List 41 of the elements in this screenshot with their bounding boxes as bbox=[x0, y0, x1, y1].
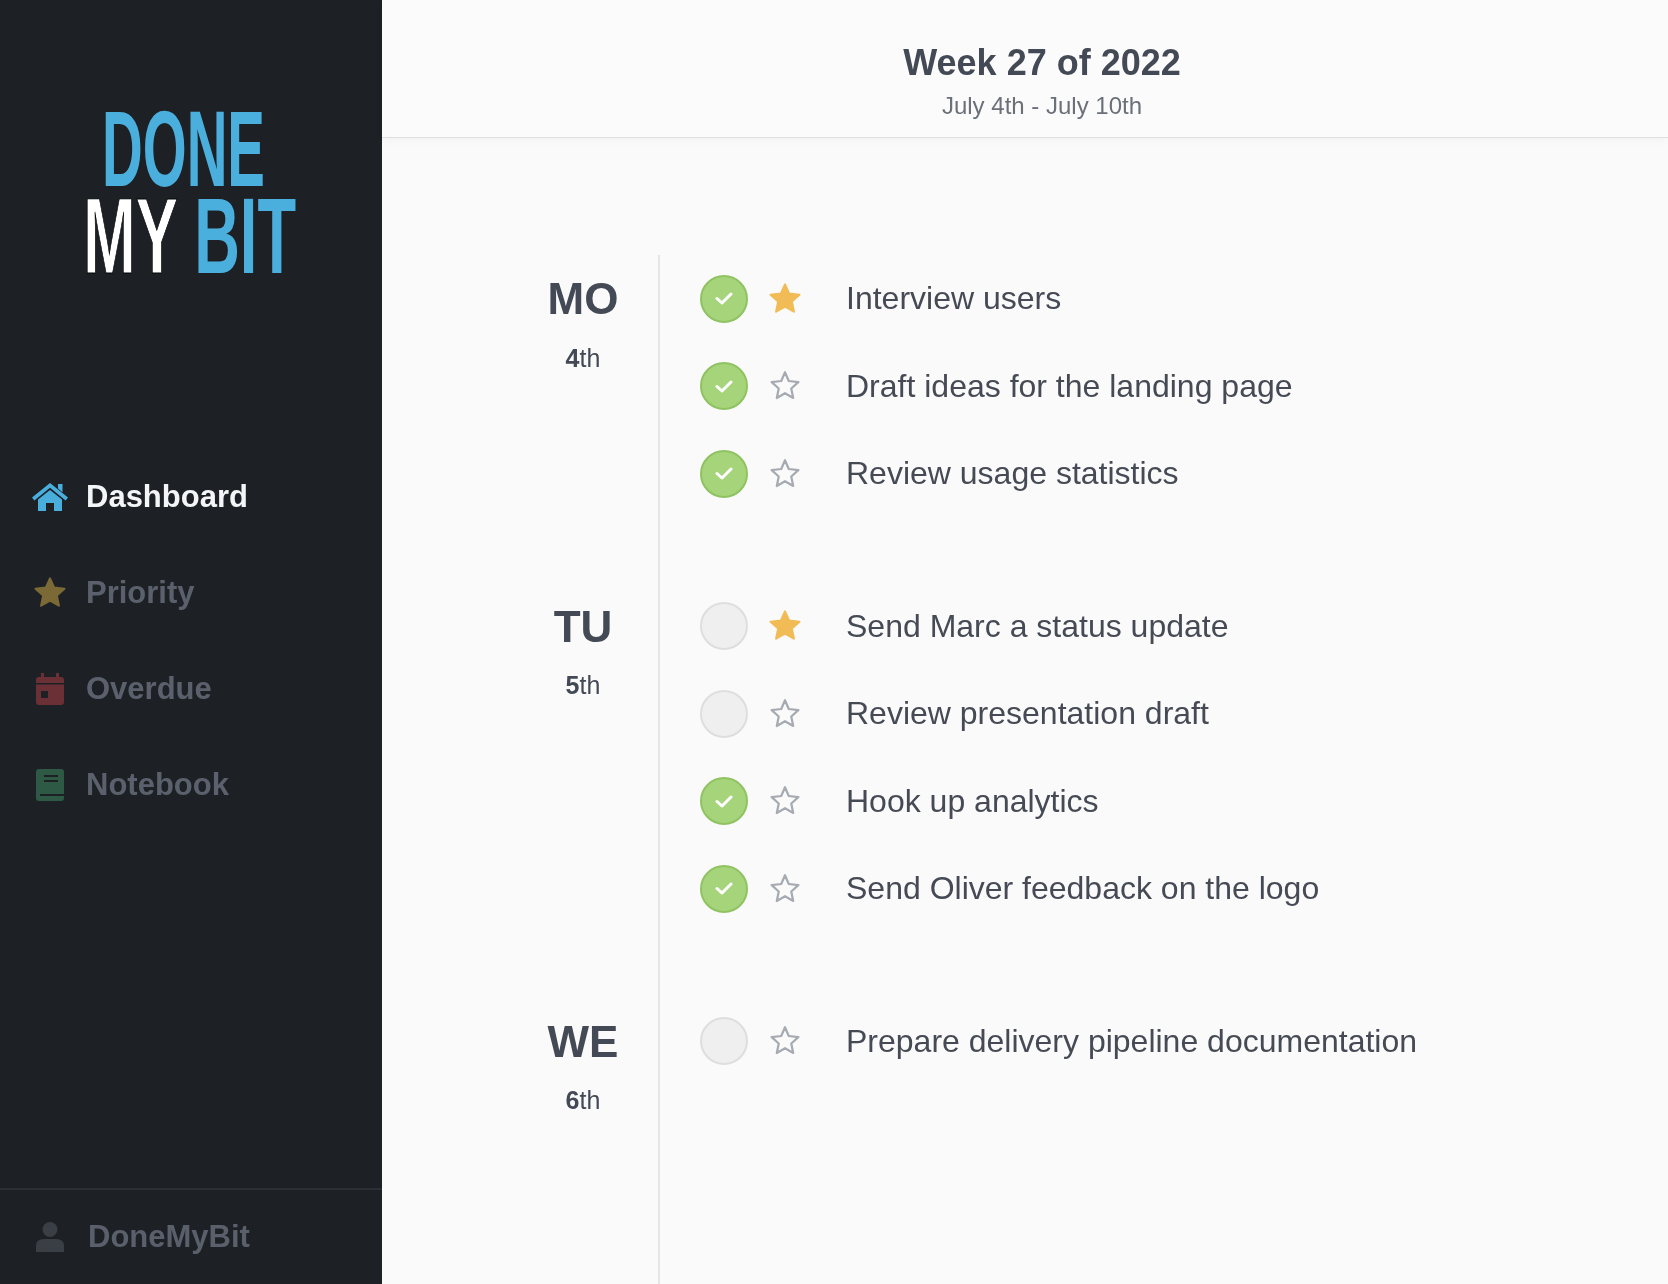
task-title: Review presentation draft bbox=[846, 695, 1209, 733]
task-title: Interview users bbox=[846, 280, 1062, 318]
user-icon bbox=[36, 1222, 64, 1252]
task-title: Send Oliver feedback on the logo bbox=[846, 870, 1320, 908]
nav-item[interactable]: Priority bbox=[32, 571, 195, 615]
check-icon bbox=[715, 379, 733, 393]
account-link[interactable]: DoneMyBit bbox=[36, 1215, 250, 1259]
task-checkbox[interactable] bbox=[700, 1017, 748, 1066]
check-icon bbox=[715, 794, 733, 808]
task-checkbox[interactable] bbox=[700, 689, 748, 738]
task-checkbox[interactable] bbox=[700, 362, 748, 411]
check-icon bbox=[715, 467, 733, 481]
day-date: 4th bbox=[565, 342, 601, 373]
task-title: Draft ideas for the landing page bbox=[846, 367, 1293, 405]
task-checkbox[interactable] bbox=[700, 274, 748, 323]
star-icon[interactable] bbox=[768, 697, 802, 730]
task-checkbox[interactable] bbox=[700, 777, 748, 826]
star-icon[interactable] bbox=[768, 610, 802, 643]
task-checkbox[interactable] bbox=[700, 449, 748, 498]
check-icon bbox=[715, 292, 733, 306]
check-icon bbox=[715, 882, 733, 896]
task-checkbox[interactable] bbox=[700, 864, 748, 913]
day-name: TU bbox=[553, 600, 613, 653]
task-title: Send Marc a status update bbox=[846, 607, 1229, 645]
task-title: Hook up analytics bbox=[846, 782, 1099, 820]
day-date: 6th bbox=[565, 1085, 601, 1115]
task-title: Prepare delivery pipeline documentation bbox=[846, 1022, 1417, 1060]
day-name: MO bbox=[547, 273, 619, 325]
star-icon[interactable] bbox=[768, 872, 802, 905]
star-icon[interactable] bbox=[768, 282, 802, 315]
task-title: Review usage statistics bbox=[846, 455, 1179, 493]
nav-item[interactable]: Notebook bbox=[32, 763, 229, 807]
nav-item[interactable]: Dashboard bbox=[32, 475, 248, 519]
logo: DONE MYBIT bbox=[83, 107, 297, 275]
date-range: July 4th - July 10th bbox=[941, 92, 1143, 120]
task-checkbox[interactable] bbox=[700, 602, 748, 651]
nav-item[interactable]: Overdue bbox=[32, 667, 212, 711]
day-name: WE bbox=[547, 1015, 619, 1068]
star-icon[interactable] bbox=[768, 457, 802, 490]
week-title: Week 27 of 2022 bbox=[903, 42, 1181, 84]
day-date: 5th bbox=[565, 670, 601, 700]
